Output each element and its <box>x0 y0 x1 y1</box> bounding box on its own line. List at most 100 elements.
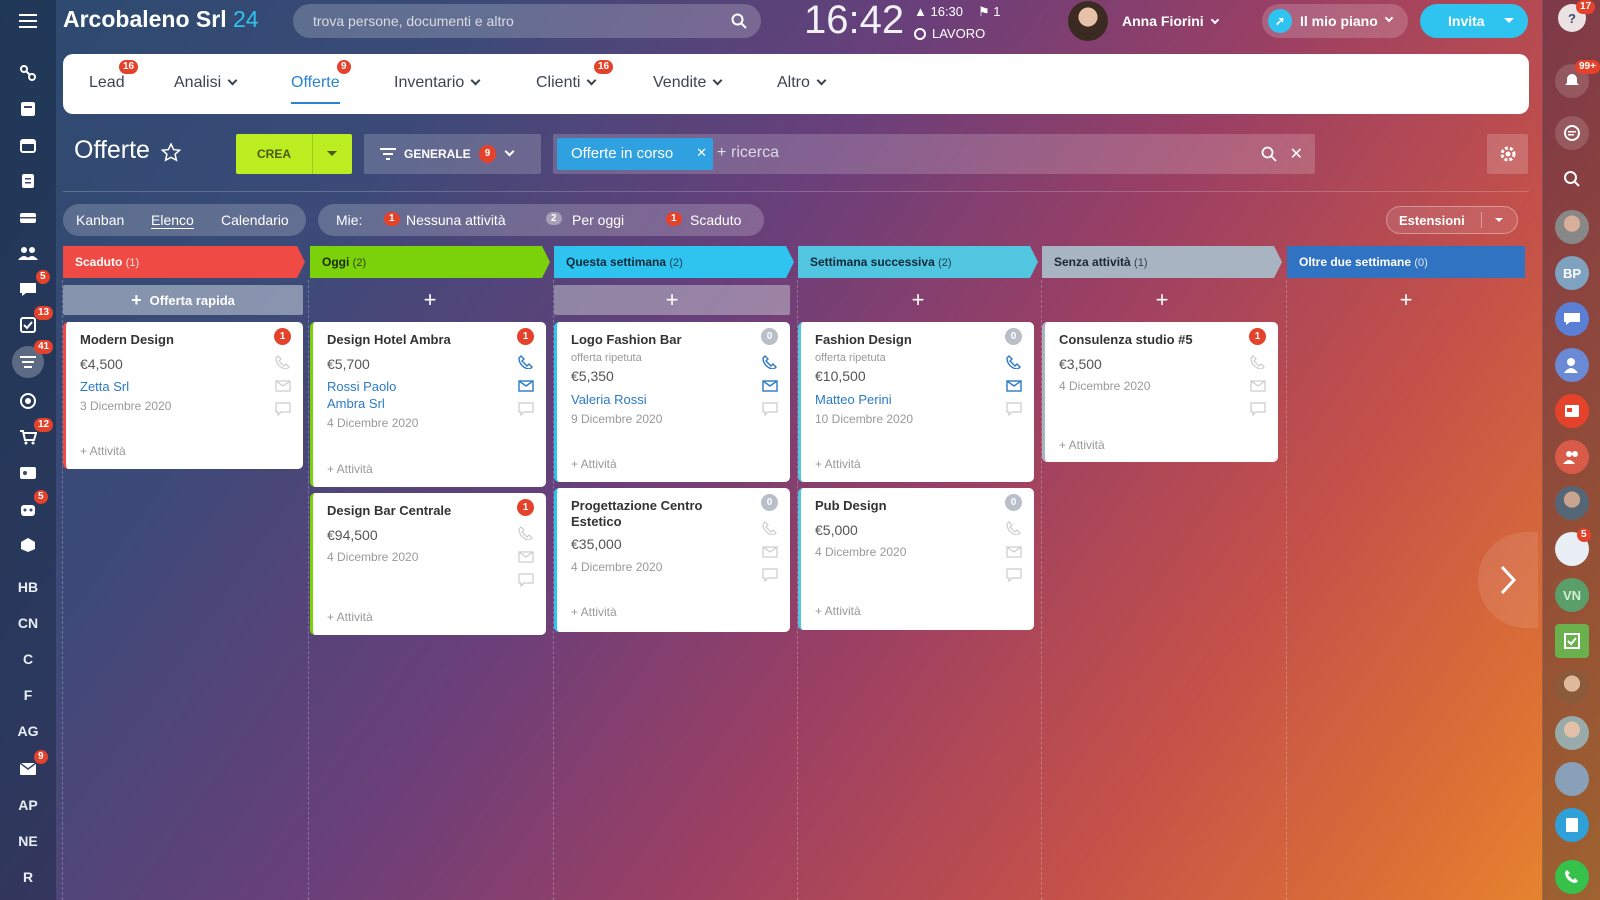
phone-icon[interactable] <box>762 355 778 369</box>
group-f[interactable]: F <box>10 680 46 710</box>
filter-tag[interactable]: Offerte in corso ✕ <box>557 138 713 170</box>
mail-icon[interactable] <box>1006 379 1022 393</box>
mail-icon[interactable] <box>518 379 534 393</box>
deal-card[interactable]: Design Bar Centrale 1 €94,500 4 Dicembre… <box>310 493 546 635</box>
add-activity-link[interactable]: + Attività <box>815 604 861 618</box>
view-list[interactable]: Elenco <box>151 212 194 229</box>
column-oltre-due-settimane[interactable]: Oltre due settimane (0) <box>1287 246 1525 278</box>
create-dropdown-icon[interactable] <box>327 151 337 161</box>
add-activity-link[interactable]: + Attività <box>327 610 373 624</box>
comment-icon[interactable] <box>518 573 534 587</box>
card-title[interactable]: Progettazione Centro <box>571 498 702 513</box>
user-clock-icon[interactable] <box>1555 348 1589 382</box>
add-activity-link[interactable]: + Attività <box>327 462 373 476</box>
id-card-icon[interactable] <box>10 458 46 488</box>
column-oggi[interactable]: Oggi (2) <box>310 246 550 278</box>
contacts-icon[interactable] <box>10 238 46 268</box>
bell-icon[interactable]: 99+ <box>1555 60 1600 98</box>
group-ne[interactable]: NE <box>10 826 46 856</box>
add-activity-link[interactable]: + Attività <box>815 457 861 471</box>
deal-card[interactable]: Progettazione Centro Estetico 0 €35,000 … <box>554 488 790 632</box>
add-card-oggi[interactable]: + <box>310 285 550 315</box>
messages-icon[interactable] <box>1555 116 1589 150</box>
invite-button[interactable]: Invita <box>1420 4 1528 38</box>
add-card-settimana-successiva[interactable]: + <box>798 285 1038 315</box>
deal-card[interactable]: Logo Fashion Bar 0 offerta ripetuta €5,3… <box>554 322 790 482</box>
mail-icon[interactable] <box>518 550 534 564</box>
news-icon[interactable] <box>1555 394 1589 428</box>
close-icon[interactable]: ✕ <box>696 145 707 161</box>
view-calendar[interactable]: Calendario <box>221 212 289 228</box>
document-share-icon[interactable] <box>1555 808 1589 842</box>
clear-search-icon[interactable]: ✕ <box>1290 144 1303 164</box>
card-contact-link[interactable]: Rossi Paolo <box>327 379 396 394</box>
menu-analisi[interactable]: Analisi <box>174 74 238 92</box>
add-card-senza-attivita[interactable]: + <box>1042 285 1282 315</box>
work-status[interactable]: LAVORO <box>914 26 985 41</box>
comment-icon[interactable] <box>518 402 534 416</box>
deal-card[interactable]: Pub Design 0 €5,000 4 Dicembre 2020 + At… <box>798 488 1034 630</box>
deal-card[interactable]: Fashion Design 0 offerta ripetuta €10,50… <box>798 322 1034 482</box>
mail-icon[interactable] <box>275 379 291 393</box>
comment-icon[interactable] <box>1006 402 1022 416</box>
comment-icon[interactable] <box>762 568 778 582</box>
robot-icon[interactable]: 5 <box>10 490 48 524</box>
card-title[interactable]: Fashion Design <box>815 332 912 347</box>
group-hb[interactable]: HB <box>10 572 46 602</box>
phone-icon[interactable] <box>1006 521 1022 535</box>
view-kanban[interactable]: Kanban <box>76 212 124 228</box>
star-icon[interactable] <box>160 142 182 168</box>
avatar[interactable] <box>1555 670 1589 704</box>
avatar-bp[interactable]: BP <box>1555 256 1589 290</box>
menu-offerte[interactable]: Offerte 9 <box>291 60 351 104</box>
calendar-icon[interactable] <box>10 130 46 160</box>
phone-icon[interactable] <box>1250 355 1266 369</box>
global-search[interactable]: trova persone, documenti e altro <box>293 4 761 38</box>
group-ag[interactable]: AG <box>10 716 46 746</box>
comment-icon[interactable] <box>275 402 291 416</box>
menu-clienti[interactable]: Clienti 16 <box>536 60 614 92</box>
deal-card[interactable]: Consulenza studio #5 1 €3,500 4 Dicembre… <box>1042 322 1278 462</box>
drive-icon[interactable] <box>10 202 46 232</box>
card-title[interactable]: Design Bar Centrale <box>327 503 451 518</box>
wifi-icon[interactable] <box>1555 762 1589 796</box>
avatar[interactable] <box>1555 486 1589 520</box>
filter-button[interactable]: GENERALE 9 <box>364 134 541 174</box>
scroll-right-button[interactable] <box>1478 532 1538 628</box>
add-activity-link[interactable]: + Attività <box>1059 438 1105 452</box>
avatar-vn[interactable]: VN <box>1555 578 1589 612</box>
add-activity-link[interactable]: + Attività <box>571 457 617 471</box>
create-button[interactable]: CREA <box>236 134 352 174</box>
filter-overdue[interactable]: Scaduto <box>690 212 741 228</box>
search-filter-bar[interactable]: Offerte in corso ✕ + ricerca ✕ <box>553 134 1315 174</box>
deal-card[interactable]: Design Hotel Ambra 1 €5,700 Rossi Paolo … <box>310 322 546 487</box>
card-title-line2[interactable]: Estetico <box>571 514 622 529</box>
group-chat-icon[interactable] <box>1555 302 1589 336</box>
brand-logo[interactable]: Arcobaleno Srl 24 <box>63 6 259 33</box>
crm-icon[interactable]: 41 <box>12 340 54 378</box>
phone-icon[interactable] <box>762 521 778 535</box>
mail-icon[interactable] <box>1006 545 1022 559</box>
mail-icon[interactable]: 9 <box>10 750 48 784</box>
quick-offer-button[interactable]: + Offerta rapida <box>63 285 303 315</box>
mail-icon[interactable] <box>762 545 778 559</box>
avatar[interactable] <box>1555 716 1589 750</box>
card-title[interactable]: Logo Fashion Bar <box>571 332 682 347</box>
phone-icon[interactable] <box>518 526 534 540</box>
search-icon[interactable] <box>731 13 747 29</box>
stream-icon[interactable] <box>10 58 46 88</box>
group-cn[interactable]: CN <box>10 608 46 638</box>
card-contact-link[interactable]: Matteo Perini <box>815 392 892 407</box>
add-activity-link[interactable]: + Attività <box>80 444 126 458</box>
menu-vendite[interactable]: Vendite <box>653 74 723 92</box>
card-company-link[interactable]: Zetta Srl <box>80 379 129 394</box>
phone-icon[interactable] <box>275 355 291 369</box>
search-field[interactable]: ricerca <box>731 144 779 162</box>
card-contact-link[interactable]: Valeria Rossi <box>571 392 647 407</box>
menu-inventario[interactable]: Inventario <box>394 74 481 92</box>
add-activity-link[interactable]: + Attività <box>571 605 617 619</box>
add-card-oltre-due-settimane[interactable]: + <box>1287 285 1525 315</box>
invite-dropdown-icon[interactable] <box>1504 18 1514 28</box>
search-icon[interactable] <box>1555 162 1589 196</box>
phone-icon[interactable] <box>1006 355 1022 369</box>
